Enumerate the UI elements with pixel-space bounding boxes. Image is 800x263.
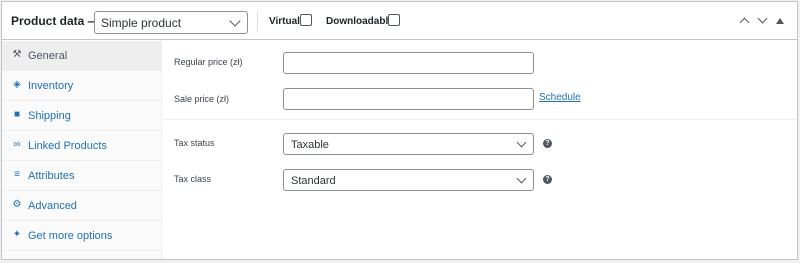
tax-status-label: Tax status: [174, 138, 215, 148]
sale-price-label: Sale price (zł): [174, 94, 230, 104]
virtual-label: Virtual:: [269, 16, 304, 27]
tax-class-select[interactable]: Standard: [283, 169, 534, 191]
chevron-down-icon: [229, 15, 241, 27]
chevron-down-icon: [516, 173, 527, 184]
tab-label: Attributes: [28, 170, 75, 182]
truck-icon: ■: [13, 109, 21, 120]
tab-label: Get more options: [28, 230, 113, 242]
panel-title: Product data —: [11, 14, 100, 28]
schedule-link[interactable]: Schedule: [539, 92, 581, 103]
link-icon: ∞: [13, 139, 21, 150]
wrench-icon: ⚒: [12, 49, 22, 60]
tag-icon: ◈: [13, 79, 21, 90]
header-separator: [257, 11, 258, 31]
tab-inventory[interactable]: ◈ Inventory: [2, 71, 162, 101]
tab-linked-products[interactable]: ∞ Linked Products: [2, 131, 162, 161]
regular-price-input[interactable]: [283, 52, 534, 74]
tax-status-select[interactable]: Taxable: [283, 133, 534, 155]
triangle-up-icon: [776, 18, 784, 24]
downloadable-label: Downloadable:: [326, 16, 398, 27]
plugin-icon: ✦: [12, 229, 22, 240]
tab-label: General: [28, 50, 68, 62]
tab-label: Advanced: [28, 200, 77, 212]
product-type-select[interactable]: Simple product: [94, 11, 248, 34]
downloadable-checkbox[interactable]: [388, 14, 400, 26]
tax-class-label: Tax class: [174, 174, 212, 184]
move-down-button[interactable]: [755, 13, 771, 29]
tab-label: Inventory: [28, 80, 74, 92]
tab-label: Shipping: [28, 110, 71, 122]
product-data-tabs: ⚒ General ◈ Inventory ■ Shipping ∞ Linke…: [2, 41, 162, 259]
tab-label: Linked Products: [28, 140, 107, 152]
tax-status-value: Taxable: [291, 139, 329, 151]
gear-icon: ⚙: [12, 199, 22, 210]
sale-price-input[interactable]: [283, 88, 534, 110]
help-icon[interactable]: ?: [543, 139, 552, 148]
chevron-down-icon: [516, 137, 527, 148]
panel-header: Product data — Simple product Virtual: D…: [2, 2, 797, 40]
help-icon[interactable]: ?: [543, 175, 552, 184]
chevron-up-icon: [739, 17, 750, 28]
product-type-value: Simple product: [101, 16, 182, 30]
general-panel: Regular price (zł) Sale price (zł) Sched…: [163, 41, 797, 259]
list-icon: ≡: [14, 169, 20, 180]
toggle-panel-button[interactable]: [772, 13, 788, 29]
virtual-checkbox[interactable]: [300, 14, 312, 26]
tab-attributes[interactable]: ≡ Attributes: [2, 161, 162, 191]
move-up-button[interactable]: [737, 13, 753, 29]
regular-price-label: Regular price (zł): [174, 57, 243, 67]
tab-shipping[interactable]: ■ Shipping: [2, 101, 162, 131]
tab-general[interactable]: ⚒ General: [2, 41, 162, 71]
chevron-down-icon: [757, 13, 768, 24]
section-divider: [163, 119, 797, 120]
tab-advanced[interactable]: ⚙ Advanced: [2, 191, 162, 221]
tax-class-value: Standard: [291, 175, 336, 187]
tab-get-more-options[interactable]: ✦ Get more options: [2, 221, 162, 251]
product-data-panel: Product data — Simple product Virtual: D…: [1, 1, 798, 260]
